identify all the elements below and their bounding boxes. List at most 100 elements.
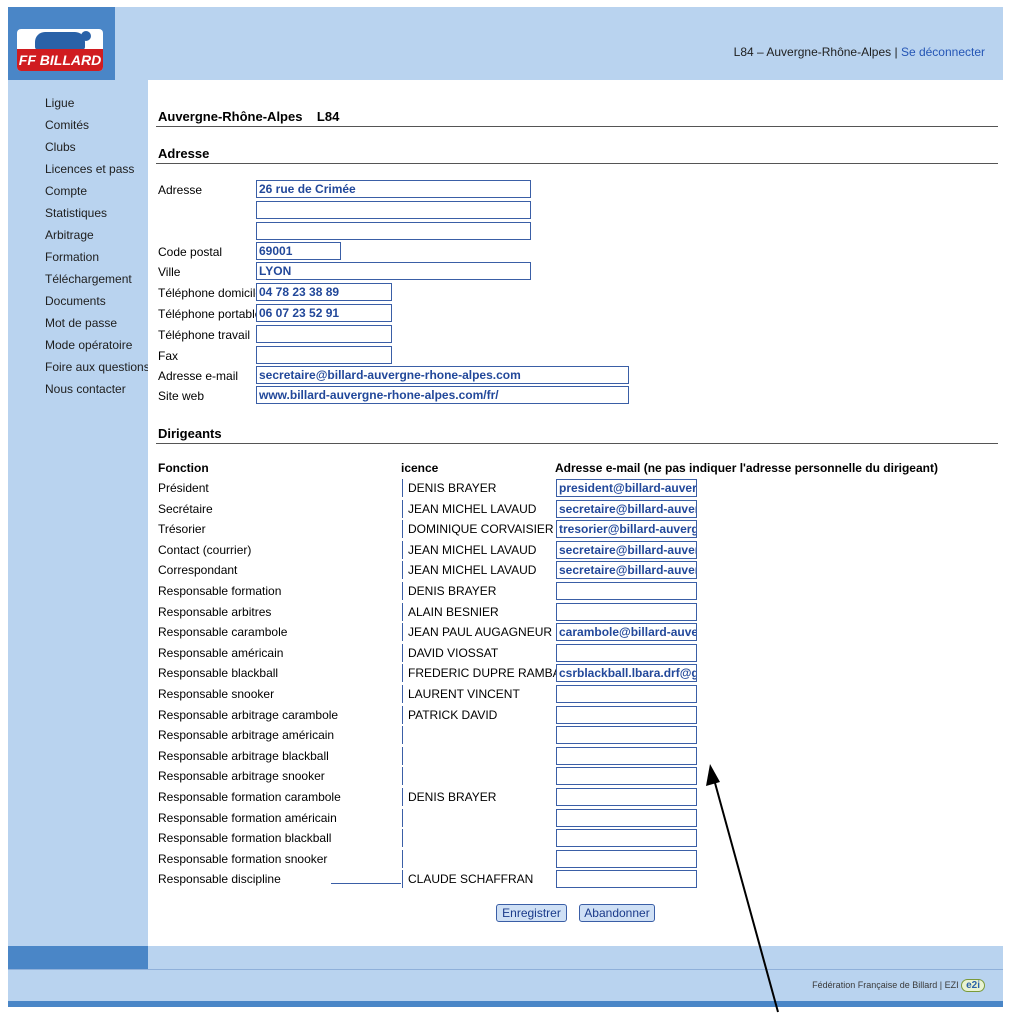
licence-field[interactable] — [402, 746, 408, 765]
sidebar-item-licences[interactable]: Licences et pass — [45, 162, 134, 176]
fonction-label: Responsable formation blackball — [158, 831, 332, 846]
dirigeant-email-input[interactable]: tresorier@billard-auverg — [556, 520, 697, 539]
sidebar-item-telechargement[interactable]: Téléchargement — [45, 272, 132, 286]
dirigeant-email-input[interactable] — [556, 829, 697, 848]
dirigeant-email-input[interactable] — [556, 643, 697, 662]
licence-field[interactable]: JEAN MICHEL LAVAUD — [402, 499, 536, 518]
fax-input[interactable] — [256, 346, 392, 364]
dirigeant-email-input[interactable] — [556, 870, 697, 889]
cancel-button[interactable]: Abandonner — [579, 904, 655, 922]
tel-domicile-input[interactable]: 04 78 23 38 89 — [256, 283, 392, 301]
fonction-label: Responsable américain — [158, 645, 284, 660]
dirigeant-email-input[interactable] — [556, 705, 697, 724]
licence-field[interactable]: PATRICK DAVID — [402, 705, 497, 724]
logout-link[interactable]: Se déconnecter — [901, 45, 985, 59]
dirigeant-email-input[interactable]: secretaire@billard-auver — [556, 499, 697, 518]
header-bar: L84 – Auvergne-Rhône-Alpes | Se déconnec… — [8, 7, 1003, 80]
licence-field[interactable]: DENIS BRAYER — [402, 582, 496, 600]
sidebar-item-mode-operatoire[interactable]: Mode opératoire — [45, 338, 132, 352]
annotation-arrow — [706, 764, 779, 1013]
fonction-label: Responsable formation américain — [158, 810, 337, 825]
licence-field[interactable] — [402, 849, 408, 868]
sidebar-item-statistiques[interactable]: Statistiques — [45, 206, 107, 220]
adresse-rule — [156, 163, 998, 164]
sidebar-item-faq[interactable]: Foire aux questions — [45, 360, 150, 374]
e2i-logo-icon[interactable]: e2i — [961, 979, 985, 992]
sidebar-item-ligue[interactable]: Ligue — [45, 96, 74, 110]
save-button[interactable]: Enregistrer — [496, 904, 567, 922]
arrow-head-icon — [706, 764, 720, 786]
dirigeant-email-input[interactable] — [556, 602, 697, 621]
sidebar-item-formation[interactable]: Formation — [45, 250, 99, 264]
email-input[interactable]: secretaire@billard-auvergne-rhone-alpes.… — [256, 366, 629, 384]
dirigeant-email-input[interactable] — [556, 685, 697, 703]
licence-field[interactable] — [402, 726, 408, 745]
licence-field[interactable]: DENIS BRAYER — [402, 479, 496, 497]
dirigeant-email-input[interactable] — [556, 788, 697, 806]
licence-field[interactable] — [402, 808, 408, 827]
fonction-label: Responsable arbitrage blackball — [158, 748, 329, 763]
dirigeant-email-input[interactable] — [556, 808, 697, 827]
label-ville: Ville — [158, 265, 181, 279]
adresse-line2-input[interactable] — [256, 201, 531, 219]
fonction-label: Responsable carambole — [158, 625, 288, 640]
ffbillard-logo[interactable]: FF BILLARD — [8, 7, 115, 80]
licence-field[interactable]: LAURENT VINCENT — [402, 685, 520, 703]
discipline-licence-underline — [331, 883, 401, 884]
column-header-email: Adresse e-mail (ne pas indiquer l'adress… — [555, 461, 938, 475]
fonction-label: Responsable formation — [158, 584, 282, 598]
sidebar-item-comites[interactable]: Comités — [45, 118, 89, 132]
licence-field[interactable]: DAVID VIOSSAT — [402, 643, 498, 662]
dirigeant-email-input[interactable] — [556, 746, 697, 765]
sidebar-item-mot-de-passe[interactable]: Mot de passe — [45, 316, 117, 330]
adresse-line1-input[interactable]: 26 rue de Crimée — [256, 180, 531, 198]
dirigeant-email-input[interactable]: secretaire@billard-auver — [556, 540, 697, 559]
sidebar-item-arbitrage[interactable]: Arbitrage — [45, 228, 94, 242]
licence-field[interactable] — [402, 829, 408, 848]
sidebar-item-documents[interactable]: Documents — [45, 294, 106, 308]
licence-field[interactable]: ALAIN BESNIER — [402, 602, 499, 621]
separator: | — [894, 45, 898, 59]
fonction-label: Responsable arbitres — [158, 604, 272, 619]
adresse-line3-input[interactable] — [256, 222, 531, 240]
dirigeant-email-input[interactable] — [556, 582, 697, 600]
code-postal-input[interactable]: 69001 — [256, 242, 341, 260]
fonction-label: Responsable arbitrage américain — [158, 728, 335, 743]
logo-text: FF BILLARD — [17, 49, 103, 71]
label-fax: Fax — [158, 349, 179, 363]
tel-portable-input[interactable]: 06 07 23 52 91 — [256, 304, 392, 322]
content-bottom-band — [148, 946, 1003, 969]
org-label: L84 – Auvergne-Rhône-Alpes — [733, 45, 892, 59]
dirigeant-email-input[interactable] — [556, 767, 697, 786]
header-user-area: L84 – Auvergne-Rhône-Alpes | Se déconnec… — [734, 45, 985, 59]
dirigeant-email-input[interactable]: csrblackball.lbara.drf@g — [556, 664, 697, 683]
sidebar-item-nous-contacter[interactable]: Nous contacter — [45, 382, 126, 396]
licence-field[interactable]: CLAUDE SCHAFFRAN — [402, 870, 533, 889]
player-icon — [35, 32, 85, 50]
label-code-postal: Code postal — [158, 245, 223, 259]
licence-field[interactable]: JEAN MICHEL LAVAUD — [402, 540, 536, 559]
title-rule — [156, 126, 998, 127]
site-web-input[interactable]: www.billard-auvergne-rhone-alpes.com/fr/ — [256, 386, 629, 404]
section-title-dirigeants: Dirigeants — [158, 426, 222, 441]
fonction-label: Responsable blackball — [158, 666, 279, 681]
dirigeant-email-input[interactable]: carambole@billard-auve — [556, 623, 697, 642]
licence-field[interactable]: DOMINIQUE CORVAISIER — [402, 520, 554, 539]
sidebar-item-compte[interactable]: Compte — [45, 184, 87, 198]
licence-field[interactable]: FREDERIC DUPRE RAMBAUD — [402, 664, 578, 683]
fonction-label: Responsable arbitrage carambole — [158, 707, 339, 722]
dirigeant-email-input[interactable] — [556, 726, 697, 745]
licence-field[interactable]: JEAN MICHEL LAVAUD — [402, 561, 536, 580]
licence-field[interactable] — [402, 767, 408, 786]
dirigeant-email-input[interactable] — [556, 849, 697, 868]
sidebar-item-clubs[interactable]: Clubs — [45, 140, 76, 154]
tel-travail-input[interactable] — [256, 325, 392, 343]
section-title-adresse: Adresse — [158, 146, 210, 161]
ball-icon — [81, 31, 91, 41]
logo-badge: FF BILLARD — [17, 29, 103, 71]
licence-field[interactable]: DENIS BRAYER — [402, 788, 496, 806]
dirigeant-email-input[interactable]: secretaire@billard-auver — [556, 561, 697, 580]
licence-field[interactable]: JEAN PAUL AUGAGNEUR — [402, 623, 552, 642]
dirigeant-email-input[interactable]: president@billard-auver — [556, 479, 697, 497]
ville-input[interactable]: LYON — [256, 262, 531, 280]
